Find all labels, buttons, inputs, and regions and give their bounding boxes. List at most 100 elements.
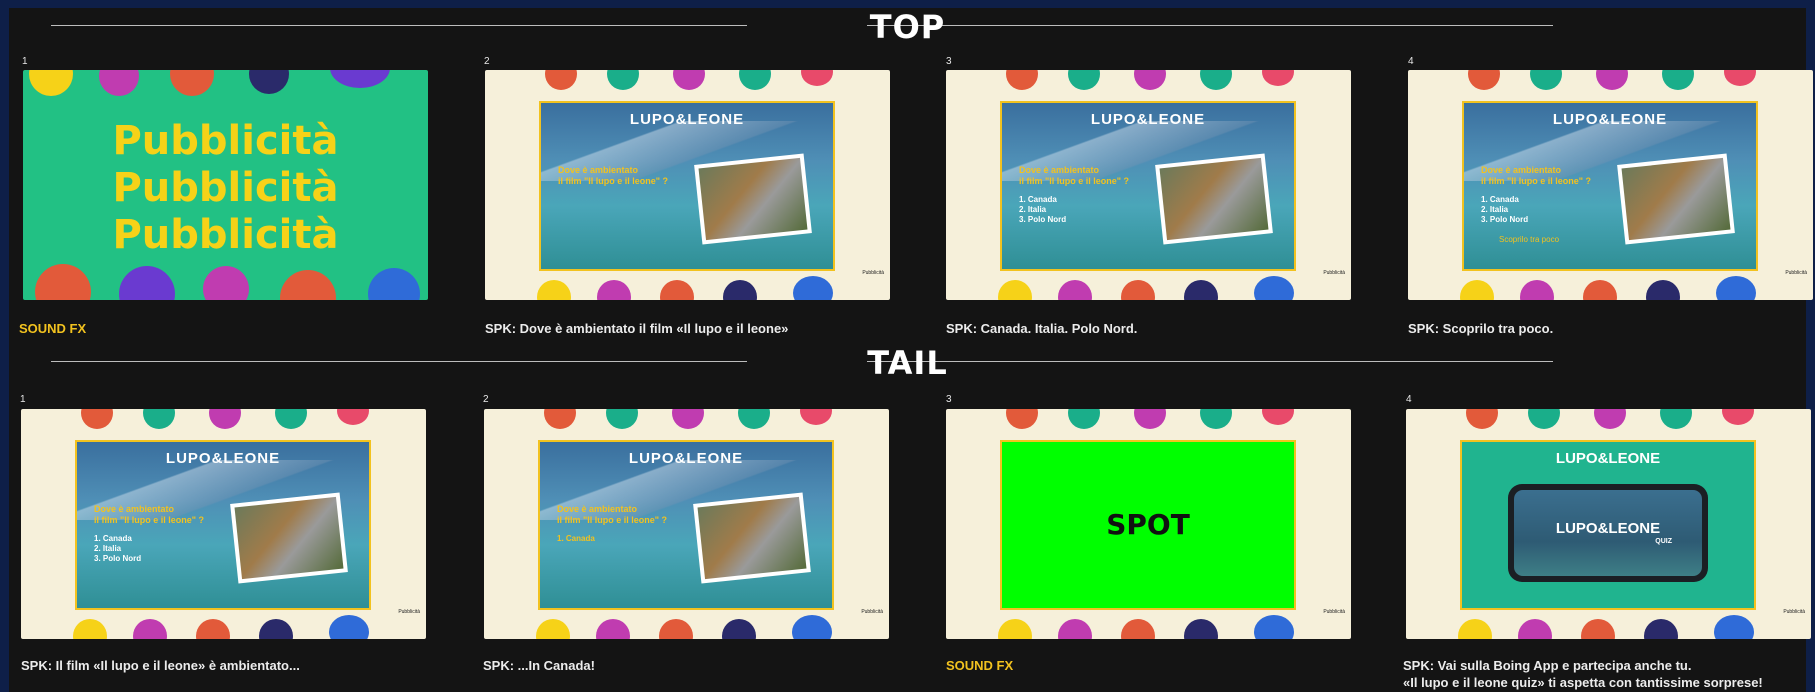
quiz-app-scene: LUPO&LEONE LUPO&LEONE QUIZ [1460, 440, 1756, 610]
frame-number: 3 [946, 394, 952, 405]
frame-number: 1 [20, 394, 26, 405]
sticker-icon [1722, 409, 1754, 425]
storyboard-board: TOP 1 Pubblicità Pubblicità Pubblicità S… [9, 8, 1813, 692]
sticker-icon [73, 619, 107, 639]
sticker-icon [1662, 70, 1694, 90]
sticker-icon [1254, 615, 1294, 639]
quiz-scene: LUPO&LEONE Dove è ambientato il film "Il… [1462, 101, 1758, 271]
quiz-answer-canada: 1. Canada [557, 534, 595, 543]
pubblicita-tag: Pubblicità [862, 270, 884, 276]
sticker-icon [1134, 70, 1166, 90]
frame-caption: SPK: Dove è ambientato il film «Il lupo … [485, 321, 789, 336]
frame-caption: SPK: Vai sulla Boing App e partecipa anc… [1403, 658, 1763, 690]
sticker-icon [738, 409, 770, 429]
frame-number: 4 [1406, 394, 1412, 405]
sticker-icon [1006, 409, 1038, 429]
sticker-icon [1058, 619, 1092, 639]
quiz-question: Dove è ambientato il film "Il lupo e il … [1019, 165, 1130, 186]
sticker-icon [1518, 619, 1552, 639]
sticker-icon [1121, 280, 1155, 300]
sticker-icon [672, 409, 704, 429]
pubblicita-tag: Pubblicità [398, 609, 420, 615]
sticker-icon [143, 409, 175, 429]
frame-caption: SPK: ...In Canada! [483, 658, 595, 673]
wolf-lion-photo [1617, 153, 1735, 245]
sticker-icon [659, 619, 693, 639]
sticker-icon [1724, 70, 1756, 86]
sticker-icon [1714, 615, 1754, 639]
quiz-label: QUIZ [1655, 538, 1672, 545]
frame-thumbnail-tail-3[interactable]: SPOT Pubblicità [946, 409, 1351, 639]
phone-mockup: LUPO&LEONE QUIZ [1508, 484, 1708, 582]
lupo-leone-logo: LUPO&LEONE [1090, 111, 1206, 128]
lupo-leone-logo: LUPO&LEONE [165, 450, 281, 467]
section-label-top: TOP [869, 8, 946, 46]
sticker-icon [606, 409, 638, 429]
green-screen-spot: SPOT [1000, 440, 1296, 610]
frame-number: 1 [22, 56, 28, 67]
frame-thumbnail-top-1[interactable]: Pubblicità Pubblicità Pubblicità [23, 70, 428, 300]
sticker-icon [1594, 409, 1626, 429]
frame-number: 3 [946, 56, 952, 67]
sticker-icon [1262, 70, 1294, 86]
sticker-icon [544, 409, 576, 429]
sticker-icon [1660, 409, 1692, 429]
sticker-icon [1520, 280, 1554, 300]
sticker-icon [119, 266, 175, 300]
frame-number: 2 [484, 56, 490, 67]
pubblicita-tag: Pubblicità [1323, 609, 1345, 615]
sticker-icon [1200, 70, 1232, 90]
sticker-icon [739, 70, 771, 90]
quiz-answers: 1. Canada 2. Italia 3. Polo Nord [94, 534, 142, 563]
sticker-icon [1262, 409, 1294, 425]
wolf-lion-photo [1155, 153, 1273, 245]
sticker-icon [1716, 276, 1756, 300]
sticker-icon [597, 280, 631, 300]
sticker-icon [1134, 409, 1166, 429]
quiz-answers: 1. Canada 2. Italia 3. Polo Nord [1481, 195, 1529, 224]
frame-number: 4 [1408, 56, 1414, 67]
lupo-leone-logo: LUPO&LEONE [1552, 111, 1668, 128]
sticker-icon [1530, 70, 1562, 90]
sticker-icon [1460, 280, 1494, 300]
sticker-icon [660, 280, 694, 300]
sticker-icon [329, 615, 369, 639]
section-title-top: TOP [9, 8, 1806, 46]
sticker-icon [249, 70, 289, 94]
quiz-question: Dove è ambientato il film "Il lupo e il … [558, 165, 669, 186]
quiz-scene: LUPO&LEONE Dove è ambientato il film "Il… [539, 101, 835, 271]
lupo-leone-logo: LUPO&LEONE [628, 450, 744, 467]
quiz-answers: 1. Canada 2. Italia 3. Polo Nord [1019, 195, 1067, 224]
sticker-icon [1458, 619, 1492, 639]
sticker-icon [133, 619, 167, 639]
frame-thumbnail-top-3[interactable]: LUPO&LEONE Dove è ambientato il film "Il… [946, 70, 1351, 300]
frame-thumbnail-tail-2[interactable]: LUPO&LEONE Dove è ambientato il film "Il… [484, 409, 889, 639]
pubblicita-tag: Pubblicità [861, 609, 883, 615]
quiz-scene: LUPO&LEONE Dove è ambientato il film "Il… [1000, 101, 1296, 271]
sticker-icon [1528, 409, 1560, 429]
quiz-scene: LUPO&LEONE Dove è ambientato il film "Il… [75, 440, 371, 610]
sticker-icon [99, 70, 139, 96]
sticker-icon [280, 270, 336, 300]
sticker-icon [545, 70, 577, 90]
frame-thumbnail-top-2[interactable]: LUPO&LEONE Dove è ambientato il film "Il… [485, 70, 890, 300]
sticker-icon [1254, 276, 1294, 300]
section-label-tail: TAIL [867, 344, 948, 382]
sticker-icon [259, 619, 293, 639]
frame-thumbnail-tail-1[interactable]: LUPO&LEONE Dove è ambientato il film "Il… [21, 409, 426, 639]
frame-caption: SPK: Il film «Il lupo e il leone» è ambi… [21, 658, 300, 673]
sticker-icon [1596, 70, 1628, 90]
frame-thumbnail-tail-4[interactable]: LUPO&LEONE LUPO&LEONE QUIZ Pubblicità [1406, 409, 1811, 639]
frame-thumbnail-top-4[interactable]: LUPO&LEONE Dove è ambientato il film "Il… [1408, 70, 1813, 300]
sticker-icon [1184, 619, 1218, 639]
sticker-icon [1581, 619, 1615, 639]
quiz-app-logo: LUPO&LEONE [1555, 520, 1661, 537]
quiz-scene: LUPO&LEONE Dove è ambientato il film "Il… [538, 440, 834, 610]
sticker-icon [722, 619, 756, 639]
wolf-lion-photo [230, 492, 348, 584]
sticker-icon [196, 619, 230, 639]
wolf-lion-photo [694, 153, 812, 245]
pubblicita-tag: Pubblicità [1323, 270, 1345, 276]
sticker-icon [1583, 280, 1617, 300]
sticker-icon [800, 409, 832, 425]
